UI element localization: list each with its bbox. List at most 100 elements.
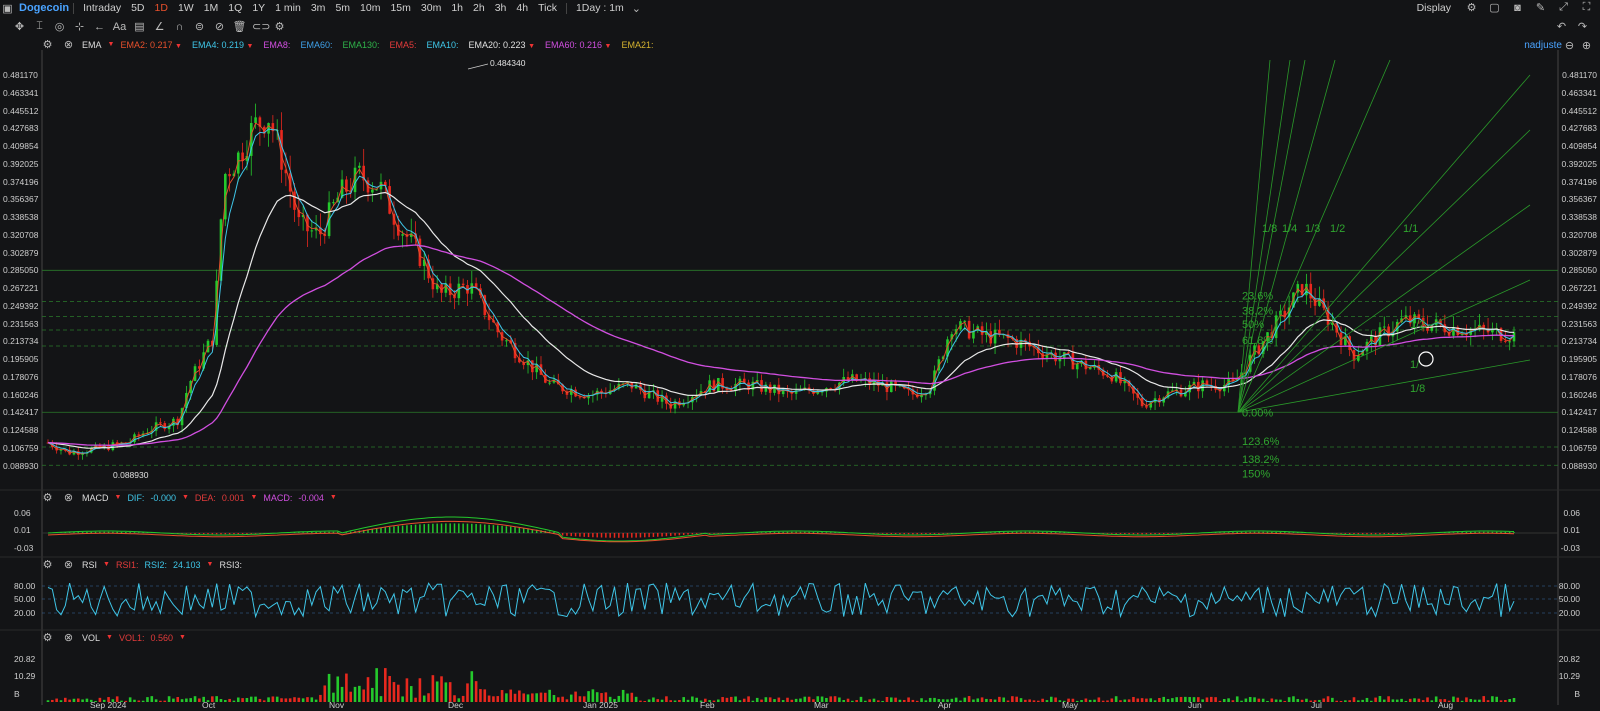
candle-body — [889, 381, 893, 393]
candle-body — [980, 326, 984, 335]
time-tick-label: Dec — [448, 700, 464, 710]
volume-bar — [267, 697, 270, 702]
volume-bar — [522, 693, 525, 702]
sub-axis-label: 0.06 — [1563, 508, 1580, 518]
volume-bar — [1395, 699, 1399, 702]
volume-bar — [721, 697, 724, 702]
rsi1-label: RSI1: — [115, 559, 139, 570]
volume-bar — [1352, 697, 1356, 702]
volume-bar — [1231, 700, 1235, 702]
price-chart[interactable]: 23.6% 38.2%50% 61.8% 0.00% 123.6% 138.2% 150% 1… — [0, 0, 1600, 711]
volume-bar — [838, 697, 841, 702]
volume-bar — [695, 697, 698, 702]
volume-bar — [1184, 696, 1187, 702]
volume-bar — [1153, 700, 1157, 702]
gear-icon[interactable]: ⚙ — [40, 631, 55, 644]
volume-bar — [1175, 697, 1178, 702]
volume-bar — [362, 689, 365, 702]
gear-icon[interactable]: ⚙ — [40, 558, 55, 571]
close-icon[interactable]: ⊗ — [61, 491, 76, 504]
volume-bar — [881, 700, 884, 702]
sub-axis-label: 0.01 — [14, 525, 31, 535]
volume-bar — [487, 695, 491, 702]
sub-axis-label: 10.29 — [1558, 671, 1580, 681]
macd-label: MACD — [82, 492, 109, 503]
volume-bar — [1504, 699, 1507, 702]
volume-bar — [314, 699, 318, 702]
volume-bar — [1378, 696, 1382, 702]
time-tick-label: Jul — [1311, 700, 1322, 710]
volume-bar — [734, 696, 737, 702]
volume-bar — [1421, 700, 1425, 702]
volume-bar — [1240, 700, 1243, 702]
macd-macd-value: -0.004 — [298, 492, 324, 503]
close-icon[interactable]: ⊗ — [61, 558, 76, 571]
close-icon[interactable]: ⊗ — [61, 631, 76, 644]
volume-bar — [392, 682, 396, 702]
volume-bar — [1512, 697, 1516, 702]
chevron-down-icon[interactable]: ▼ — [182, 494, 189, 501]
volume-bar — [422, 695, 426, 702]
volume-bar — [275, 696, 279, 702]
volume-bar — [349, 691, 353, 702]
sub-axis-label: B — [14, 689, 20, 699]
volume-bar — [539, 692, 543, 702]
time-tick-label: Oct — [202, 700, 216, 710]
volume-bar — [933, 697, 936, 702]
gear-icon[interactable]: ⚙ — [40, 491, 55, 504]
volume-bar — [742, 698, 746, 702]
volume-bar — [1344, 700, 1347, 702]
volume-bar — [833, 696, 837, 702]
volume-bar — [686, 699, 690, 702]
chevron-down-icon[interactable]: ▼ — [115, 494, 122, 501]
volume-bar — [1106, 700, 1109, 702]
volume-bar — [1227, 698, 1230, 702]
macd-dea-value: 0.001 — [221, 492, 245, 503]
volume-bar — [1119, 700, 1122, 702]
volume-bar — [1037, 700, 1040, 702]
volume-bar — [989, 699, 993, 702]
chevron-down-icon[interactable]: ▼ — [103, 561, 110, 568]
volume-bar — [1140, 698, 1144, 702]
chevron-down-icon[interactable]: ▼ — [250, 494, 257, 501]
volume-bar — [959, 700, 962, 702]
candle-body — [159, 422, 162, 424]
volume-bar — [1486, 700, 1490, 702]
candle-body — [1075, 363, 1079, 370]
chevron-down-icon[interactable]: ▼ — [330, 494, 337, 501]
volume-bar — [544, 692, 547, 702]
chevron-down-icon[interactable]: ▼ — [207, 561, 214, 568]
volume-bar — [219, 699, 223, 702]
time-tick-label: Nov — [329, 700, 345, 710]
fib-level-label: 123.6% — [1242, 436, 1280, 448]
volume-bar — [345, 673, 348, 702]
volume-bar — [55, 698, 58, 702]
volume-bar — [1283, 700, 1287, 702]
volume-bar — [643, 700, 647, 702]
volume-bar — [46, 700, 50, 702]
volume-bar — [1430, 700, 1434, 702]
vol-legend: ⚙ ⊗ VOL ▼ VOL1: 0.560 ▼ — [40, 631, 186, 644]
volume-bar — [1279, 699, 1282, 702]
chevron-down-icon[interactable]: ▼ — [106, 634, 113, 641]
volume-bar — [241, 698, 244, 702]
volume-bar — [1080, 700, 1083, 702]
volume-bar — [751, 700, 755, 702]
time-tick-label: Feb — [700, 700, 715, 710]
volume-bar — [262, 700, 266, 702]
volume-bar — [492, 696, 495, 702]
volume-bar — [284, 698, 288, 702]
volume-bar — [418, 678, 422, 702]
volume-bar — [915, 700, 919, 702]
candle-body — [267, 123, 270, 134]
volume-bar — [548, 689, 551, 702]
time-tick-label: Aug — [1438, 700, 1454, 710]
volume-bar — [1300, 699, 1304, 702]
volume-bar — [673, 700, 677, 702]
volume-bar — [1469, 699, 1473, 702]
volume-bar — [1222, 698, 1226, 702]
volume-bar — [81, 699, 84, 702]
chevron-down-icon[interactable]: ▼ — [179, 634, 186, 641]
volume-bar — [535, 693, 538, 702]
volume-bar — [85, 698, 89, 702]
